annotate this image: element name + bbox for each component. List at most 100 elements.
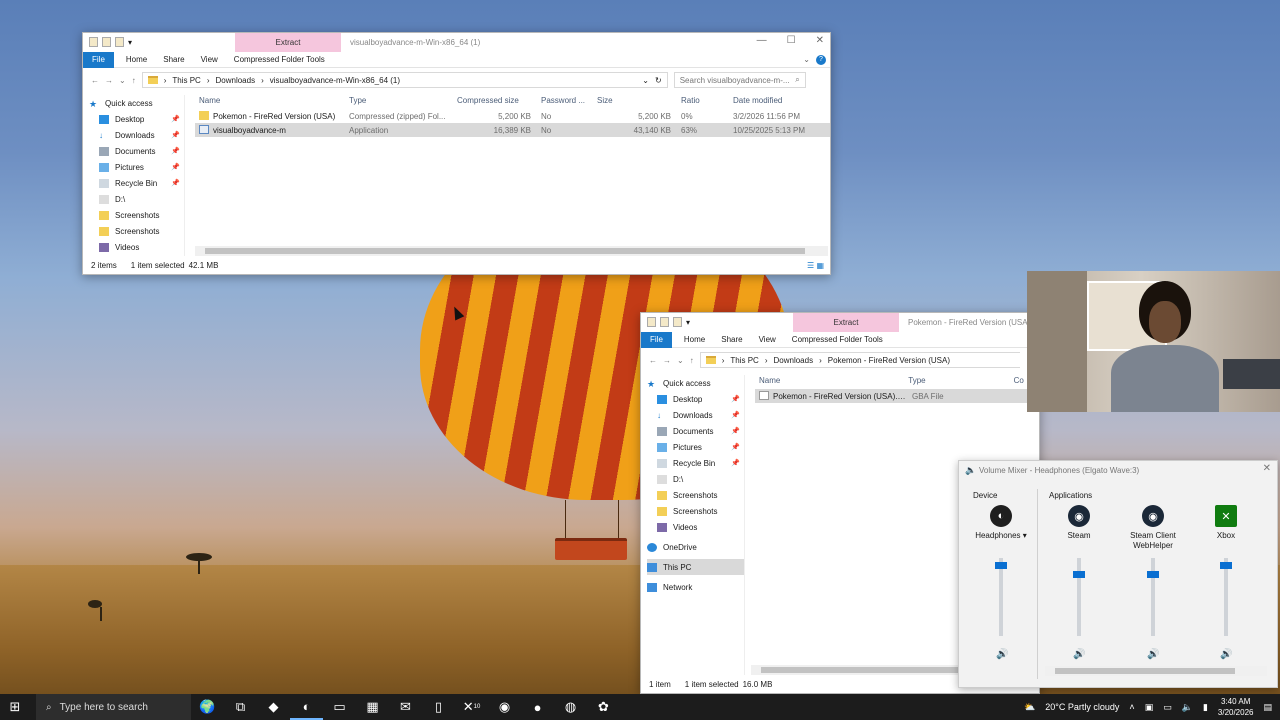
notifications-icon[interactable]: ▤ bbox=[1263, 702, 1272, 713]
refresh-icon[interactable]: ↻ bbox=[655, 76, 662, 85]
column-header-name[interactable]: Name bbox=[755, 376, 904, 385]
search-box[interactable]: Search visualboyadvance-m-... ⌕ bbox=[673, 72, 806, 88]
nav-item[interactable]: D:\ bbox=[89, 191, 184, 207]
column-header-compressed-size[interactable]: Compressed size bbox=[453, 96, 537, 105]
nav-item[interactable]: Videos bbox=[647, 519, 744, 535]
tab-compressed-folder-tools[interactable]: Compressed Folder Tools bbox=[226, 55, 333, 64]
task-view-icon[interactable]: ⧉ bbox=[224, 694, 257, 720]
column-header-name[interactable]: Name bbox=[195, 96, 345, 105]
tab-home[interactable]: Home bbox=[676, 335, 713, 344]
tab-extract[interactable]: Extract bbox=[793, 313, 899, 332]
nav-item[interactable]: Pictures 📌 bbox=[89, 159, 184, 175]
scrollbar-thumb[interactable] bbox=[1055, 668, 1235, 674]
column-header-ratio[interactable]: Ratio bbox=[677, 96, 729, 105]
column-header-type[interactable]: Type bbox=[345, 96, 453, 105]
weather-text[interactable]: 20°C Partly cloudy bbox=[1045, 702, 1119, 712]
close-icon[interactable]: ✕ bbox=[1263, 463, 1271, 474]
forward-icon[interactable]: → bbox=[105, 76, 113, 85]
nav-item[interactable]: Screenshots bbox=[647, 487, 744, 503]
file-explorer-icon[interactable]: ▭ bbox=[323, 694, 356, 720]
nav-item[interactable]: Recycle Bin 📌 bbox=[89, 175, 184, 191]
volume-slider-device[interactable] bbox=[995, 558, 1007, 636]
properties-icon[interactable] bbox=[102, 37, 111, 47]
mixer-horizontal-scrollbar[interactable] bbox=[1045, 666, 1267, 676]
breadcrumb-current[interactable]: Pokemon - FireRed Version (USA) bbox=[828, 356, 950, 365]
windows-start-icon[interactable]: ⊞ bbox=[0, 694, 30, 720]
tab-view[interactable]: View bbox=[751, 335, 784, 344]
nav-item[interactable]: ★ Quick access bbox=[89, 95, 184, 111]
table-row[interactable]: visualboyadvance-m Application 16,389 KB No… bbox=[195, 123, 830, 137]
new-folder-icon[interactable] bbox=[673, 317, 682, 327]
steam-taskbar-icon[interactable]: ◉ bbox=[488, 694, 521, 720]
nav-item[interactable]: Documents 📌 bbox=[647, 423, 744, 439]
tab-file[interactable]: File bbox=[641, 331, 672, 348]
title-bar[interactable]: ▾ Extract Pokemon - FireRed Version (USA… bbox=[641, 313, 1039, 332]
tab-share[interactable]: Share bbox=[713, 335, 750, 344]
nav-item[interactable]: Pictures 📌 bbox=[647, 439, 744, 455]
close-icon[interactable]: ✕ bbox=[816, 35, 824, 46]
tab-share[interactable]: Share bbox=[155, 55, 192, 64]
help-icon[interactable]: ? bbox=[816, 54, 826, 65]
nav-item[interactable]: D:\ bbox=[647, 471, 744, 487]
edge-icon[interactable]: ◐ bbox=[290, 694, 323, 720]
tab-view[interactable]: View bbox=[193, 55, 226, 64]
tab-extract[interactable]: Extract bbox=[235, 33, 341, 52]
calculator-icon[interactable]: ▦ bbox=[356, 694, 389, 720]
chatgpt-icon[interactable]: ✿ bbox=[587, 694, 620, 720]
qat-dropdown-icon[interactable]: ▾ bbox=[128, 38, 132, 47]
taskbar-search[interactable]: ⌕ Type here to search bbox=[36, 694, 191, 720]
nav-item[interactable]: ↓ Downloads 📌 bbox=[647, 407, 744, 423]
up-icon[interactable]: ↑ bbox=[690, 356, 694, 365]
breadcrumb-this-pc[interactable]: This PC bbox=[172, 76, 200, 85]
slider-thumb[interactable] bbox=[1220, 562, 1232, 569]
network-icon[interactable]: ▭ bbox=[1163, 702, 1172, 713]
table-row[interactable]: Pokemon - FireRed Version (USA).g... GBA … bbox=[755, 389, 1039, 403]
volume-slider-steam[interactable] bbox=[1073, 558, 1085, 636]
nav-item[interactable]: Desktop 📌 bbox=[89, 111, 184, 127]
up-icon[interactable]: ↑ bbox=[132, 76, 136, 85]
mute-steam-icon[interactable]: 🔊 bbox=[1073, 649, 1085, 660]
column-header-type[interactable]: Type bbox=[904, 376, 1009, 385]
mic-icon[interactable]: ▮ bbox=[1203, 702, 1208, 713]
nav-item[interactable]: Videos bbox=[89, 239, 184, 255]
maximize-icon[interactable]: ☐ bbox=[787, 35, 796, 46]
xbox-taskbar-icon[interactable]: ✕ 10 bbox=[455, 694, 488, 720]
back-icon[interactable]: ← bbox=[649, 356, 657, 365]
column-header-password[interactable]: Password ... bbox=[537, 96, 593, 105]
mute-steam-webhelper-icon[interactable]: 🔊 bbox=[1147, 649, 1159, 660]
breadcrumb-current[interactable]: visualboyadvance-m-Win-x86_64 (1) bbox=[270, 76, 400, 85]
tab-home[interactable]: Home bbox=[118, 55, 155, 64]
clock[interactable]: 3:40 AM 3/20/2026 bbox=[1218, 696, 1254, 718]
tab-file[interactable]: File bbox=[83, 51, 114, 68]
volume-icon[interactable]: 🔈 bbox=[1182, 702, 1193, 713]
scrollbar-thumb[interactable] bbox=[205, 248, 805, 254]
nav-item[interactable]: This PC bbox=[647, 559, 744, 575]
ribbon-expand-icon[interactable]: ⌄ bbox=[803, 55, 810, 64]
minimize-icon[interactable]: — bbox=[757, 35, 767, 46]
slider-thumb[interactable] bbox=[1147, 571, 1159, 578]
volume-slider-steam-webhelper[interactable] bbox=[1147, 558, 1159, 636]
mute-xbox-icon[interactable]: 🔊 bbox=[1220, 649, 1232, 660]
nav-item[interactable]: Screenshots bbox=[89, 223, 184, 239]
properties-icon[interactable] bbox=[660, 317, 669, 327]
address-bar[interactable]: › This PC › Downloads › visualboyadvance… bbox=[141, 72, 668, 88]
notepad-icon[interactable]: ▯ bbox=[422, 694, 455, 720]
nav-item[interactable]: Recycle Bin 📌 bbox=[647, 455, 744, 471]
nav-item[interactable]: Network bbox=[647, 579, 744, 595]
qat-dropdown-icon[interactable]: ▾ bbox=[686, 318, 690, 327]
copilot-icon[interactable]: ◆ bbox=[257, 694, 290, 720]
tray-overflow-icon[interactable]: ˄ bbox=[1129, 702, 1134, 712]
recent-dropdown-icon[interactable]: ⌄ bbox=[677, 356, 684, 365]
search-highlight-icon[interactable]: 🌍 bbox=[191, 694, 224, 720]
nav-item[interactable]: Screenshots bbox=[89, 207, 184, 223]
nav-item[interactable]: Desktop 📌 bbox=[647, 391, 744, 407]
discord-icon[interactable]: ◍ bbox=[554, 694, 587, 720]
nav-item[interactable]: Documents 📌 bbox=[89, 143, 184, 159]
new-folder-icon[interactable] bbox=[115, 37, 124, 47]
meet-icon[interactable]: ▣ bbox=[1145, 702, 1154, 713]
table-row[interactable]: Pokemon - FireRed Version (USA) Compresse… bbox=[195, 109, 830, 123]
mute-device-icon[interactable]: 🔊 bbox=[996, 649, 1008, 660]
nav-item[interactable]: OneDrive bbox=[647, 539, 744, 555]
device-selector[interactable]: Headphones ▾ bbox=[966, 531, 1036, 541]
tab-compressed-folder-tools[interactable]: Compressed Folder Tools bbox=[784, 335, 891, 344]
